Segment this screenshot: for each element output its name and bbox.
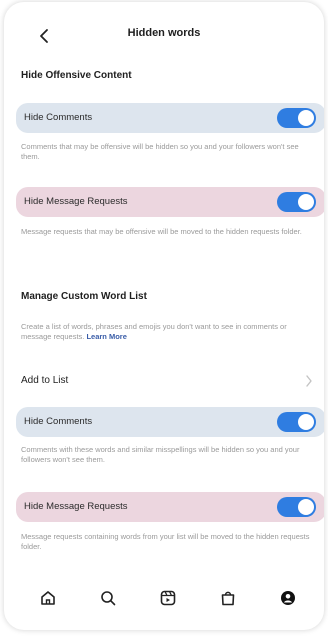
custom-hide-message-requests-description: Message requests containing words from y… xyxy=(21,532,310,551)
reels-icon xyxy=(160,590,176,606)
profile-icon xyxy=(281,591,295,605)
nav-profile[interactable] xyxy=(276,586,300,610)
custom-hide-comments-description: Comments with these words and similar mi… xyxy=(21,445,300,464)
section-title-custom: Manage Custom Word List xyxy=(21,291,147,302)
shop-icon xyxy=(221,591,235,606)
custom-hide-comments-toggle[interactable] xyxy=(277,412,316,432)
custom-hide-message-requests-label: Hide Message Requests xyxy=(24,501,128,512)
page-title: Hidden words xyxy=(127,27,201,39)
header: Hidden words xyxy=(4,22,324,52)
hide-message-requests-label: Hide Message Requests xyxy=(24,196,128,207)
custom-list-description: Create a list of words, phrases and emoj… xyxy=(21,322,313,342)
hide-message-requests-toggle[interactable] xyxy=(277,192,316,212)
search-icon xyxy=(101,591,116,606)
hide-message-requests-description: Message requests that may be offensive w… xyxy=(21,227,302,236)
toggle-knob xyxy=(298,194,314,210)
home-icon xyxy=(41,591,55,605)
hide-message-requests-row[interactable]: Hide Message Requests xyxy=(16,187,324,217)
custom-hide-message-requests-toggle[interactable] xyxy=(277,497,316,517)
custom-hide-comments-label: Hide Comments xyxy=(24,416,93,427)
learn-more-link[interactable]: Learn More xyxy=(86,332,126,341)
chevron-right-icon xyxy=(306,375,312,387)
hide-comments-toggle[interactable] xyxy=(277,108,316,128)
section-title-offensive: Hide Offensive Content xyxy=(21,70,132,81)
toggle-knob xyxy=(298,414,314,430)
toggle-knob xyxy=(298,499,314,515)
hide-comments-description: Comments that may be offensive will be h… xyxy=(21,142,299,161)
custom-hide-comments-row[interactable]: Hide Comments xyxy=(16,407,324,437)
custom-hide-message-requests-row[interactable]: Hide Message Requests xyxy=(16,492,324,522)
add-to-list-row[interactable]: Add to List xyxy=(21,371,313,391)
toggle-knob xyxy=(298,110,314,126)
add-to-list-label: Add to List xyxy=(21,375,69,386)
nav-shop[interactable] xyxy=(216,586,240,610)
phone-screen: Hidden words Hide Offensive Content Hide… xyxy=(4,2,324,630)
nav-search[interactable] xyxy=(96,586,120,610)
hide-comments-label: Hide Comments xyxy=(24,112,93,123)
custom-list-description-text: Create a list of words, phrases and emoj… xyxy=(21,322,287,341)
nav-home[interactable] xyxy=(36,586,60,610)
bottom-navigation xyxy=(4,572,324,630)
nav-reels[interactable] xyxy=(156,586,180,610)
hide-comments-row[interactable]: Hide Comments xyxy=(16,103,324,133)
